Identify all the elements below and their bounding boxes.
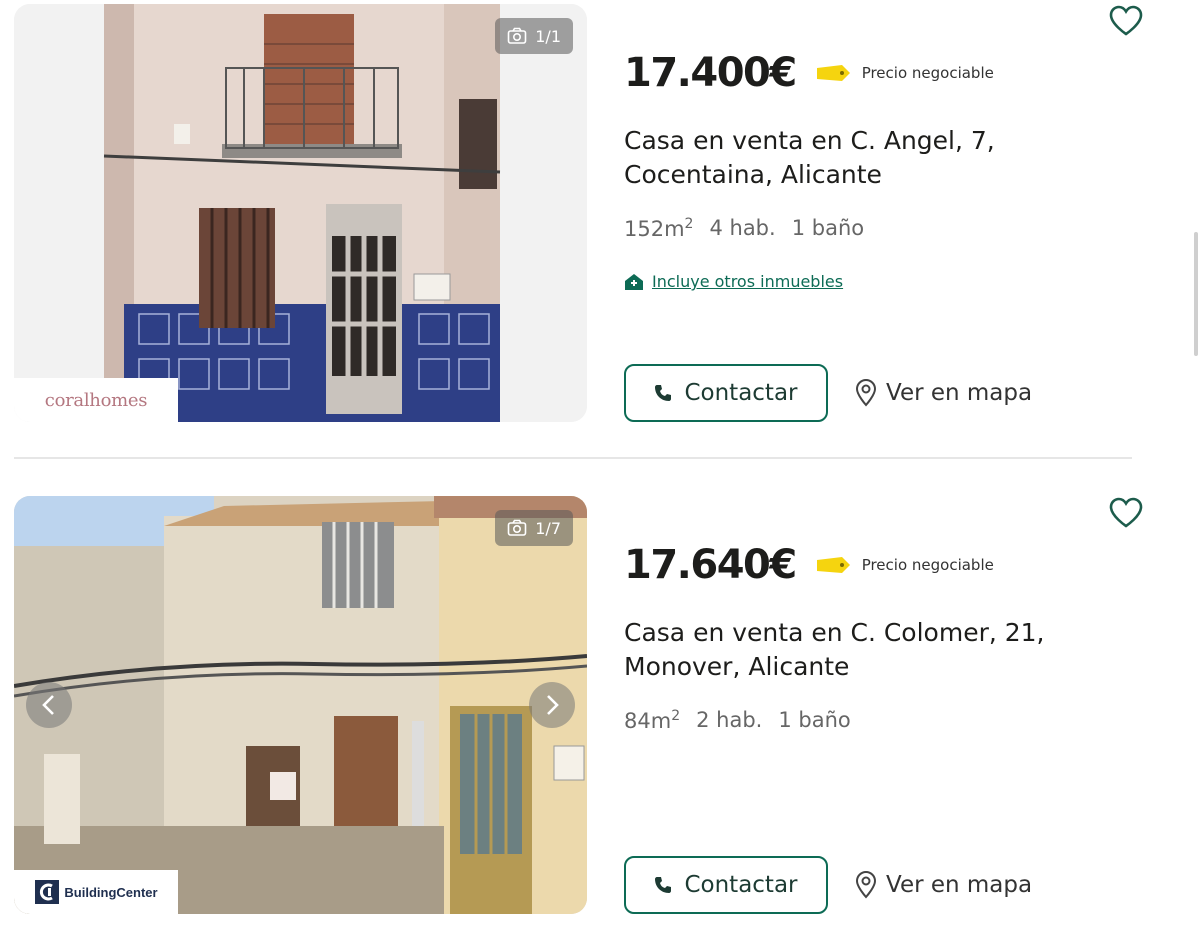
- view-map-label: Ver en mapa: [886, 872, 1033, 898]
- negotiable-label: Precio negociable: [861, 556, 994, 574]
- listing-photo[interactable]: 1/7 BuildingCenter: [14, 496, 587, 914]
- feature-rooms: 4 hab.: [709, 216, 776, 240]
- listing-card[interactable]: 1/1 coralhomes 17.400€ Precio negociable…: [14, 4, 1144, 424]
- map-pin-icon: [855, 379, 877, 407]
- phone-icon: [655, 877, 672, 893]
- feature-baths: 1 baño: [791, 216, 865, 240]
- feature-baths: 1 baño: [778, 708, 851, 732]
- contact-button-label: Contactar: [684, 380, 798, 406]
- includes-other-properties-link[interactable]: Incluye otros inmuebles: [624, 272, 843, 291]
- house-facade-image: [14, 496, 587, 914]
- previous-photo-button[interactable]: [26, 682, 72, 728]
- price-row: 17.400€ Precio negociable: [624, 50, 994, 96]
- price-tag-icon: [816, 557, 850, 573]
- photo-counter-text: 1/1: [535, 26, 561, 46]
- scrollbar-thumb[interactable]: [1194, 232, 1198, 356]
- contact-button-label: Contactar: [684, 872, 798, 898]
- price: 17.640€: [624, 542, 797, 588]
- agency-logo[interactable]: coralhomes: [14, 378, 178, 422]
- contact-button[interactable]: Contactar: [624, 364, 828, 422]
- agency-logo-text: BuildingCenter: [64, 884, 158, 900]
- next-photo-button[interactable]: [529, 682, 575, 728]
- chevron-right-icon: [547, 695, 559, 715]
- price: 17.400€: [624, 50, 797, 96]
- house-facade-image: [14, 4, 587, 422]
- listing-info: 17.640€ Precio negociable Casa en venta …: [624, 496, 1144, 916]
- view-map-button[interactable]: Ver en mapa: [854, 379, 1032, 407]
- includes-other-properties-text: Incluye otros inmuebles: [652, 272, 844, 291]
- price-row: 17.640€ Precio negociable: [624, 542, 994, 588]
- feature-area: 84m2: [624, 708, 681, 733]
- listing-actions: Contactar Ver en mapa: [624, 856, 1032, 914]
- chevron-left-icon: [42, 695, 54, 715]
- phone-icon: [655, 385, 672, 401]
- listing-info: 17.400€ Precio negociable Casa en venta …: [624, 4, 1144, 424]
- photo-counter: 1/7: [495, 510, 573, 546]
- listing-features: 152m2 4 hab. 1 baño: [624, 216, 864, 241]
- listing-features: 84m2 2 hab. 1 baño: [624, 708, 851, 733]
- listing-divider: [14, 457, 1132, 459]
- contact-button[interactable]: Contactar: [624, 856, 828, 914]
- feature-rooms: 2 hab.: [696, 708, 763, 732]
- agency-logo-text: coralhomes: [44, 389, 148, 411]
- photo-counter-text: 1/7: [535, 518, 561, 538]
- listing-actions: Contactar Ver en mapa: [624, 364, 1032, 422]
- listing-title[interactable]: Casa en venta en C. Colomer, 21, Monover…: [624, 616, 1064, 684]
- heart-icon[interactable]: [1108, 4, 1144, 38]
- negotiable-label: Precio negociable: [861, 64, 994, 82]
- listing-photo[interactable]: 1/1 coralhomes: [14, 4, 587, 422]
- house-icon: [625, 273, 643, 290]
- photo-counter: 1/1: [495, 18, 573, 54]
- camera-icon: [507, 519, 527, 536]
- feature-area: 152m2: [624, 216, 694, 241]
- price-tag-icon: [816, 65, 850, 81]
- agency-logo-mark: BuildingCenter: [34, 879, 158, 905]
- listing-title[interactable]: Casa en venta en C. Angel, 7, Cocentaina…: [624, 124, 1064, 192]
- view-map-button[interactable]: Ver en mapa: [854, 871, 1032, 899]
- heart-icon[interactable]: [1108, 496, 1144, 530]
- camera-icon: [507, 27, 527, 44]
- agency-logo[interactable]: BuildingCenter: [14, 870, 178, 914]
- listing-card[interactable]: 1/7 BuildingCenter 17.640€ Precio negoci…: [14, 496, 1144, 916]
- view-map-label: Ver en mapa: [886, 380, 1033, 406]
- building-center-logo-icon: [35, 880, 60, 904]
- map-pin-icon: [855, 871, 877, 899]
